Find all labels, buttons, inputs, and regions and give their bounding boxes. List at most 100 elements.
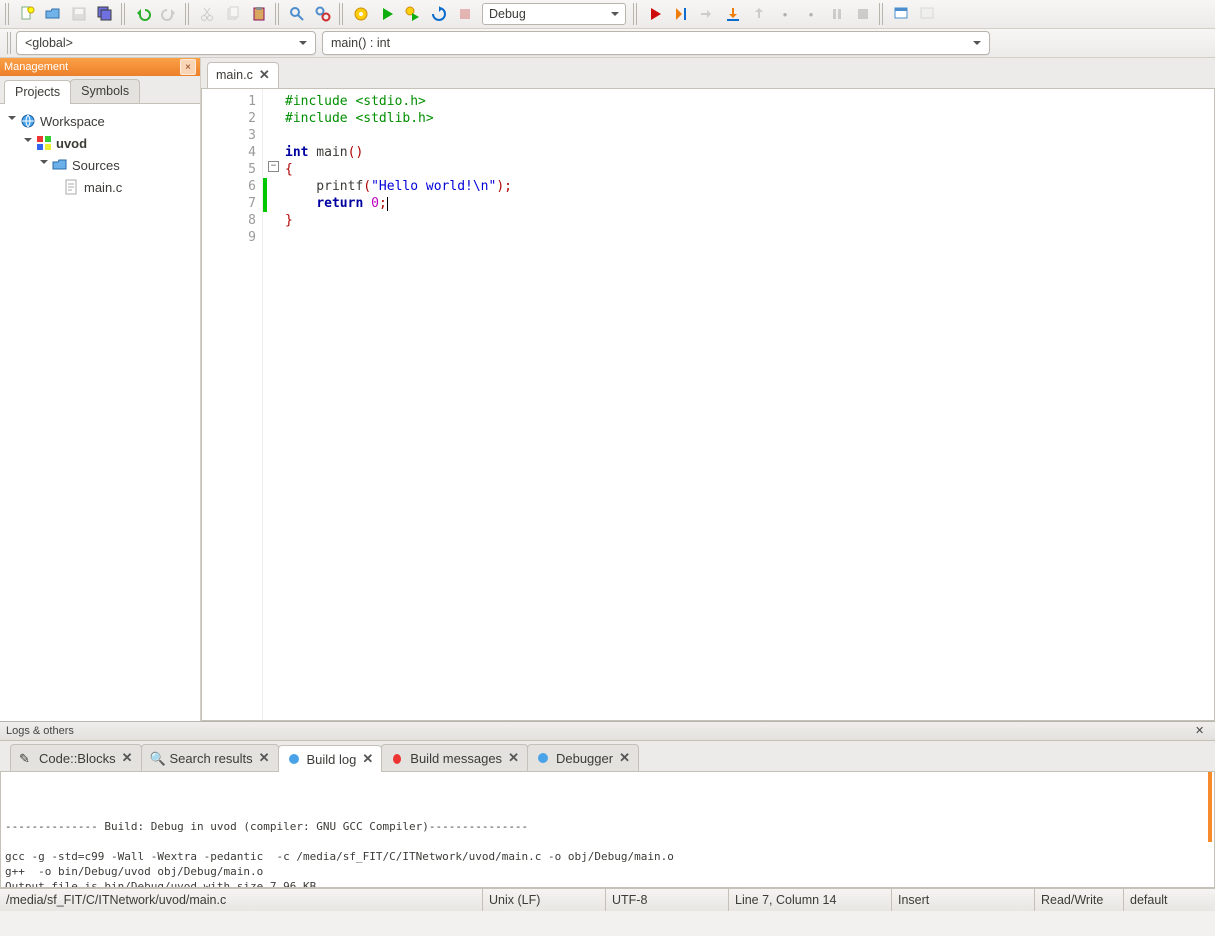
- find-replace-icon[interactable]: [311, 3, 335, 25]
- toolbar-grip[interactable]: [879, 3, 885, 25]
- step-out-icon[interactable]: [747, 3, 771, 25]
- save-all-icon[interactable]: [93, 3, 117, 25]
- abort-icon[interactable]: [453, 3, 477, 25]
- toolbar-grip[interactable]: [7, 32, 13, 54]
- build-target-select[interactable]: Debug: [482, 3, 626, 25]
- toolbar-grip[interactable]: [275, 3, 281, 25]
- copy-icon[interactable]: [221, 3, 245, 25]
- find-icon[interactable]: [285, 3, 309, 25]
- toolbar-grip[interactable]: [339, 3, 345, 25]
- various-info-icon[interactable]: [915, 3, 939, 25]
- log-tab-buildlog[interactable]: Build log ✕: [278, 745, 383, 772]
- run-to-cursor-icon[interactable]: [669, 3, 693, 25]
- open-file-icon[interactable]: [41, 3, 65, 25]
- toolbar-grip[interactable]: [121, 3, 127, 25]
- magnifier-icon: 🔍: [150, 751, 164, 765]
- scope-function-select[interactable]: main() : int: [322, 31, 990, 55]
- log-tab-debugger[interactable]: Debugger ✕: [527, 744, 639, 771]
- debugging-windows-icon[interactable]: [889, 3, 913, 25]
- stop-debugger-icon[interactable]: [851, 3, 875, 25]
- status-encoding[interactable]: UTF-8: [606, 889, 729, 911]
- code-content[interactable]: #include <stdio.h>#include <stdlib.h> in…: [281, 89, 1214, 720]
- undo-icon[interactable]: [131, 3, 155, 25]
- tab-close-icon[interactable]: ✕: [362, 751, 373, 767]
- scope-function-label: main() : int: [331, 36, 390, 50]
- toolbar-grip[interactable]: [5, 3, 11, 25]
- gear-blue-icon: [536, 751, 550, 765]
- status-eol[interactable]: Unix (LF): [483, 889, 606, 911]
- tab-close-icon[interactable]: ✕: [508, 750, 519, 766]
- log-tab-label: Debugger: [556, 751, 613, 766]
- scope-bar: <global> main() : int: [0, 29, 1215, 58]
- tab-symbols[interactable]: Symbols: [70, 79, 140, 103]
- paste-icon[interactable]: [247, 3, 271, 25]
- toolbar-grip[interactable]: [185, 3, 191, 25]
- tree-project-label: uvod: [56, 136, 87, 151]
- scope-global-select[interactable]: <global>: [16, 31, 316, 55]
- tab-close-icon[interactable]: ✕: [122, 750, 133, 766]
- debug-run-icon[interactable]: [643, 3, 667, 25]
- logs-title: Logs & others: [6, 725, 74, 737]
- run-icon[interactable]: [375, 3, 399, 25]
- code-editor[interactable]: 123456789 − #include <stdio.h>#include <…: [201, 89, 1215, 721]
- log-tab-label: Build messages: [410, 751, 502, 766]
- build-icon[interactable]: [349, 3, 373, 25]
- tree-sources[interactable]: Sources: [4, 154, 196, 176]
- tab-projects-label: Projects: [15, 85, 60, 99]
- next-instruction-icon[interactable]: •: [773, 3, 797, 25]
- editor-tab-main[interactable]: main.c ✕: [207, 62, 279, 88]
- editor-area: main.c ✕ 123456789 − #include <stdio.h>#…: [201, 58, 1215, 721]
- management-tabs: Projects Symbols: [0, 76, 200, 104]
- log-tab-search[interactable]: 🔍 Search results ✕: [141, 744, 279, 771]
- status-bar: /media/sf_FIT/C/ITNetwork/uvod/main.c Un…: [0, 888, 1215, 911]
- tab-close-icon[interactable]: ✕: [619, 750, 630, 766]
- project-icon: [36, 135, 52, 151]
- status-path: /media/sf_FIT/C/ITNetwork/uvod/main.c: [0, 889, 483, 911]
- bug-icon: [390, 751, 404, 765]
- toolbar-grip[interactable]: [633, 3, 639, 25]
- save-icon[interactable]: [67, 3, 91, 25]
- scope-global-label: <global>: [25, 36, 73, 50]
- log-tab-label: Code::Blocks: [39, 751, 116, 766]
- build-run-icon[interactable]: [401, 3, 425, 25]
- log-tab-label: Search results: [170, 751, 253, 766]
- next-line-icon[interactable]: [695, 3, 719, 25]
- tree-workspace[interactable]: Workspace: [4, 110, 196, 132]
- gear-blue-icon: [287, 752, 301, 766]
- log-tab-codeblocks[interactable]: ✎ Code::Blocks ✕: [10, 744, 142, 771]
- status-readwrite: Read/Write: [1035, 889, 1124, 911]
- break-debugger-icon[interactable]: [825, 3, 849, 25]
- management-titlebar: Management ×: [0, 58, 200, 76]
- pencil-icon: ✎: [19, 751, 33, 765]
- expander-icon[interactable]: [6, 116, 16, 126]
- expander-icon[interactable]: [38, 160, 48, 170]
- log-tab-label: Build log: [307, 752, 357, 767]
- status-position: Line 7, Column 14: [729, 889, 892, 911]
- status-personality[interactable]: default: [1124, 889, 1215, 911]
- tree-file[interactable]: main.c: [4, 176, 196, 198]
- log-tabs: ✎ Code::Blocks ✕ 🔍 Search results ✕ Buil…: [0, 741, 1215, 772]
- project-tree[interactable]: Workspace uvod Sources main.c: [0, 104, 200, 721]
- tab-close-icon[interactable]: ✕: [259, 67, 270, 83]
- build-log-output[interactable]: -------------- Build: Debug in uvod (com…: [0, 772, 1215, 888]
- tab-projects[interactable]: Projects: [4, 80, 71, 104]
- cut-icon[interactable]: [195, 3, 219, 25]
- step-into-icon[interactable]: [721, 3, 745, 25]
- expander-icon[interactable]: [22, 138, 32, 148]
- management-close-icon[interactable]: ×: [180, 59, 196, 75]
- main-toolbar: Debug • •: [0, 0, 1215, 29]
- new-file-icon[interactable]: [15, 3, 39, 25]
- tree-project[interactable]: uvod: [4, 132, 196, 154]
- status-mode[interactable]: Insert: [892, 889, 1035, 911]
- log-tab-buildmessages[interactable]: Build messages ✕: [381, 744, 528, 771]
- rebuild-icon[interactable]: [427, 3, 451, 25]
- tree-workspace-label: Workspace: [40, 114, 105, 129]
- management-title: Management: [4, 61, 68, 73]
- build-target-label: Debug: [489, 7, 526, 21]
- logs-panel: Logs & others ✕ ✎ Code::Blocks ✕ 🔍 Searc…: [0, 721, 1215, 888]
- line-number-gutter: 123456789: [202, 89, 263, 720]
- logs-close-icon[interactable]: ✕: [1195, 724, 1209, 738]
- step-into-instruction-icon[interactable]: •: [799, 3, 823, 25]
- tab-close-icon[interactable]: ✕: [259, 750, 270, 766]
- redo-icon[interactable]: [157, 3, 181, 25]
